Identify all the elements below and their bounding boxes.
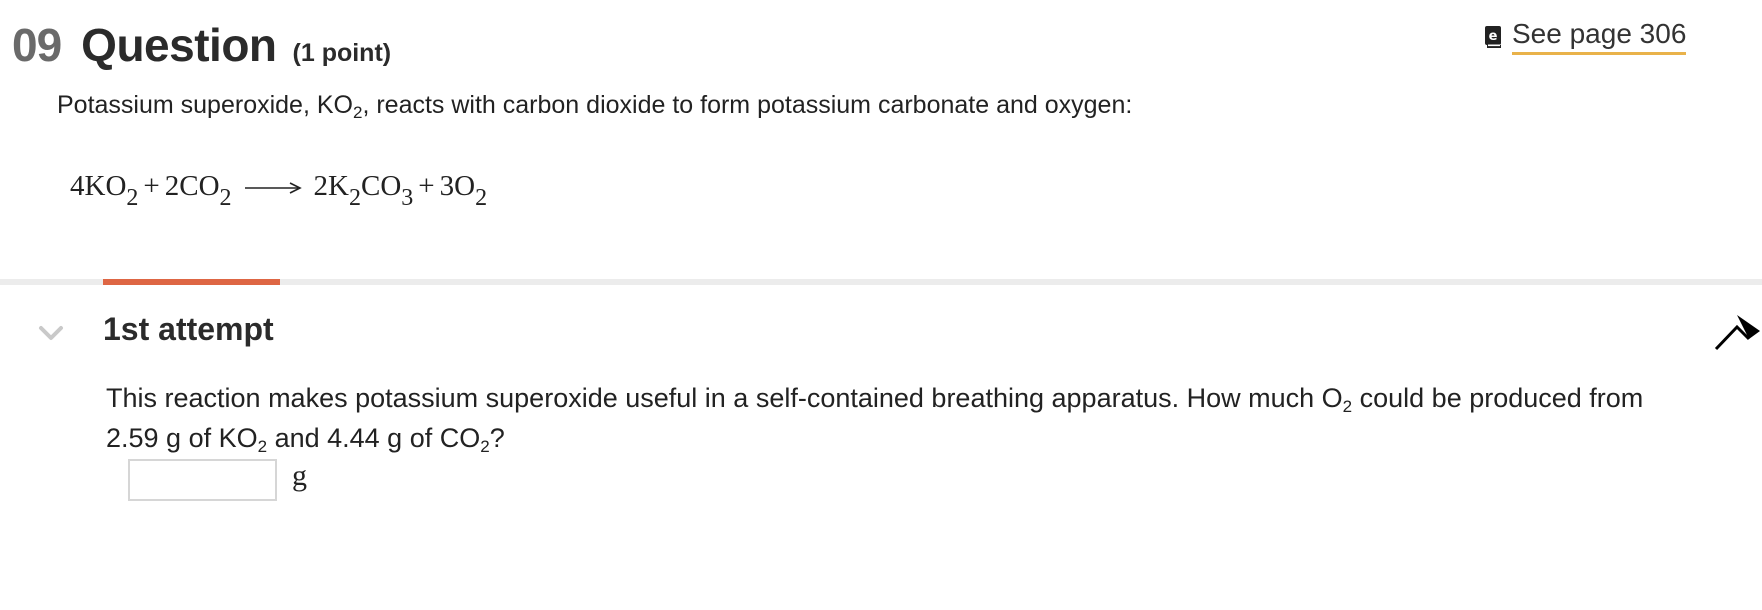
question-intro: Potassium superoxide, KO2, reacts with c… xyxy=(57,91,1133,122)
answer-row: g xyxy=(128,459,307,501)
see-page-link[interactable]: e See page 306 xyxy=(1484,18,1687,55)
question-header: 09 Question (1 point) xyxy=(12,18,392,71)
see-page-label[interactable]: See page 306 xyxy=(1512,18,1687,55)
question-prompt: This reaction makes potassium superoxide… xyxy=(106,383,1644,456)
reaction-arrow-icon xyxy=(244,182,302,195)
svg-text:e: e xyxy=(1489,29,1498,44)
attempt-title: 1st attempt xyxy=(103,311,274,347)
question-points: (1 point) xyxy=(292,39,392,67)
chevron-down-icon[interactable] xyxy=(38,324,64,342)
collapse-arrow-icon[interactable] xyxy=(1713,311,1761,353)
chemical-equation: 4KO2 +2CO2 2K2CO3 +3O2 xyxy=(70,170,488,211)
book-icon: e xyxy=(1485,25,1501,48)
question-number: 09 xyxy=(12,19,62,71)
question-title: Question xyxy=(81,19,277,71)
answer-input[interactable] xyxy=(128,459,277,501)
attempt-tab-indicator xyxy=(103,279,280,285)
answer-unit: g xyxy=(292,459,307,492)
